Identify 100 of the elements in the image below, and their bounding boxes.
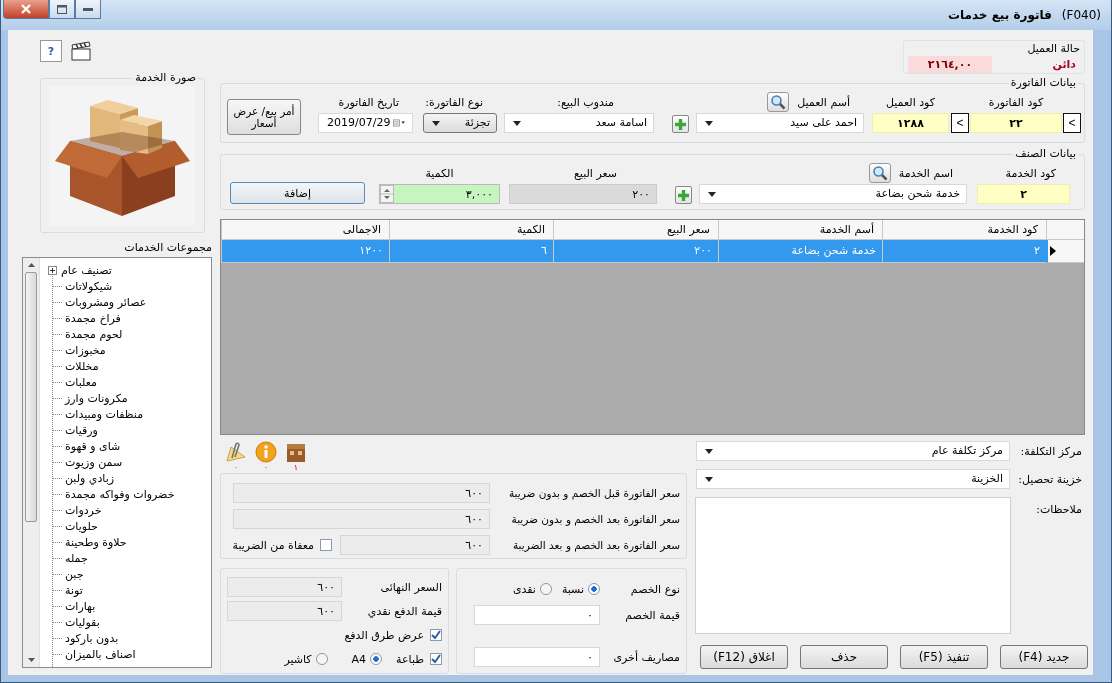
total-field: ٦٠٠ [233,509,490,529]
tree-item[interactable]: خضروات وفواكه مجمدة [65,487,175,501]
final-price-field: ٦٠٠ [227,577,342,597]
caret-icon [708,191,716,197]
search-button[interactable] [868,163,891,183]
sale-price-field[interactable]: ٢٠٠ [509,184,657,204]
tree-item[interactable]: معلبات [65,375,97,389]
radio-button[interactable] [370,653,383,665]
field-label: تاريخ الفاتورة [337,96,400,110]
attachment-count: ١ [293,463,299,472]
branch-line [53,573,62,575]
tree-item[interactable]: بدون باركود [65,631,119,645]
date-picker[interactable]: 2019/07/29 [318,113,413,133]
radio-button[interactable] [315,653,328,665]
customer-code-field[interactable]: ١٢٨٨ [872,113,949,133]
clapperboard-icon[interactable] [70,41,92,61]
tree-item[interactable]: زبادي ولبن [65,471,115,485]
branch-line [53,397,62,399]
branch-line [53,301,62,303]
tree-item[interactable]: خردوات [65,503,102,517]
treasury-combo[interactable]: الخزينة [696,469,1010,489]
notes-field[interactable] [695,497,1011,634]
maximize-icon [57,4,67,14]
action-button[interactable]: حذف [800,645,888,669]
info-icon[interactable] [255,441,277,463]
tree-item[interactable]: جبن [65,567,84,581]
column-header[interactable]: كود الخدمة [882,220,1046,240]
add-button[interactable] [675,186,692,204]
tree-item[interactable]: بقوليات [65,615,100,629]
service-code-field[interactable]: ٢ [977,184,1070,204]
add-button[interactable] [672,115,689,133]
box-icon[interactable] [285,441,307,463]
help-button[interactable]: ? [40,40,62,62]
next-button[interactable]: < [1063,113,1081,133]
field-label: نوع الفاتورة: [424,96,484,110]
quotation-button[interactable]: أمر بيع/ عرض أسعار [227,99,301,135]
tree-item[interactable]: مخللات [65,359,99,373]
close-button[interactable] [3,0,49,19]
column-header[interactable]: الكمية [389,220,553,240]
row-header[interactable] [1046,240,1084,263]
radio-button[interactable] [588,583,600,595]
minimize-button[interactable] [75,0,101,19]
expand-icon[interactable] [48,265,57,275]
radio-label: كاشير [284,652,312,666]
tree-item[interactable]: اصناف بالميزان [65,647,136,661]
field-label: سعر الفاتورة بعد الخصم و بعد الضريبة [511,539,680,551]
field-label: سعر البيع [573,167,618,181]
tree-item[interactable]: عصائر ومشروبات [65,295,147,309]
tree-item[interactable]: بهارات [65,599,96,613]
tree-item[interactable]: ورقيات [65,423,98,437]
salesman-combo[interactable]: اسامة سعد [504,113,654,133]
tree-item[interactable]: شيكولاتات [65,279,113,293]
action-button[interactable]: تنفيذ (F5) [900,645,988,669]
maximize-button[interactable] [49,0,75,19]
tree-item[interactable]: لحوم مجمدة [65,327,123,341]
tree-item[interactable]: سمن وزيوت [65,455,123,469]
action-button[interactable]: اغلاق (F12) [700,645,788,669]
field-label: كود الفاتورة [987,96,1045,110]
tree-item[interactable]: حلاوة وطحينة [65,535,127,549]
radio-button[interactable] [539,583,552,595]
field-label: سعر الفاتورة قبل الخصم و بدون ضريبة [507,487,680,499]
action-button[interactable]: جديد (F4) [1000,645,1088,669]
tree-item[interactable]: شاى و قهوة [65,439,121,453]
tree-item[interactable]: فراخ مجمدة [65,311,121,325]
column-header[interactable]: الاجمالى [221,220,389,240]
field-label: مصاريف أخرى [612,650,680,664]
attachment-count: ٠ [233,463,239,472]
tree-item[interactable]: منظفات ومبيدات [65,407,144,421]
column-header[interactable]: سعر البيع [553,220,718,240]
checkbox[interactable] [430,653,442,665]
tree-item[interactable]: تونة [65,583,83,597]
scroll-thumb[interactable] [25,272,37,522]
tree-item[interactable]: حلويات [65,519,98,533]
tree-item[interactable]: مخبوزات [65,343,106,357]
branch-line [53,621,62,623]
pencil-note-icon[interactable] [225,441,247,463]
other-expenses-field[interactable]: ٠ [474,647,600,667]
scrollbar[interactable] [23,258,40,667]
service-name-combo[interactable]: خدمة شحن بضاعة [699,184,967,204]
add-item-button[interactable]: إضافة [230,182,365,204]
invoice-type-dropdown[interactable]: تجزئة [423,113,497,133]
branch-line [53,413,62,415]
radio-label: A4 [351,652,367,666]
tree-item[interactable]: مكرونات وارز [65,391,128,405]
column-header[interactable]: أسم الخدمة [718,220,882,240]
search-button[interactable] [767,92,790,112]
invoice-code-field[interactable]: ٢٢ [970,113,1062,133]
customer-state: دائن [1051,58,1077,71]
checkbox[interactable] [320,539,332,551]
previous-button[interactable]: < [951,113,969,133]
quantity-spinner[interactable]: ٣,٠٠٠ [379,184,500,204]
cost-center-combo[interactable]: مركز تكلفة عام [696,441,1010,461]
discount-value-field[interactable]: ٠ [474,605,600,625]
field-label: قيمة الدفع نقدي [366,604,442,618]
branch-line [53,381,62,383]
tree-item[interactable]: جمله [65,551,88,565]
field-label: قيمة الخصم [624,608,680,622]
customer-name-combo[interactable]: احمد على سيد [696,113,864,133]
tree-item[interactable]: تصنيف عام [61,263,112,277]
checkbox[interactable] [430,629,442,641]
